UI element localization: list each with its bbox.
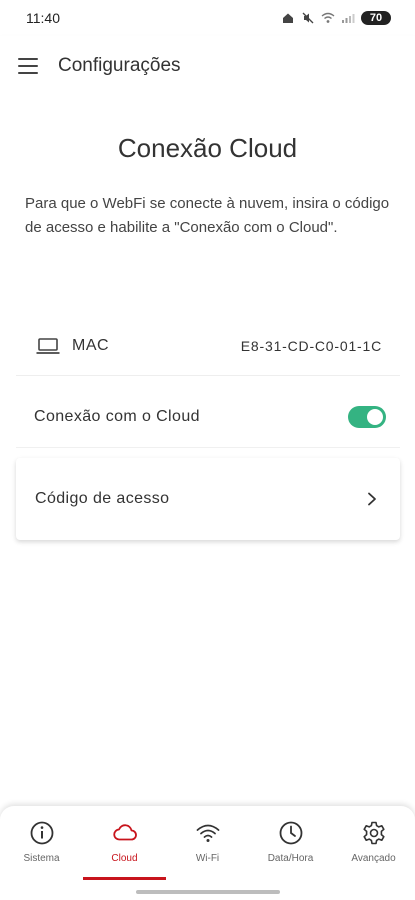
app-bar: Configurações bbox=[0, 36, 415, 96]
wifi-icon bbox=[321, 11, 335, 25]
mac-value: E8-31-CD-C0-01-1C bbox=[240, 337, 382, 354]
main-content: Conexão Cloud Para que o WebFi se conect… bbox=[0, 96, 415, 806]
toggle-knob bbox=[367, 408, 383, 425]
chevron-right-icon bbox=[368, 492, 376, 506]
access-code-label: Código de acesso bbox=[35, 490, 170, 507]
page-heading: Conexão Cloud bbox=[117, 133, 298, 163]
cloud-icon bbox=[112, 824, 137, 841]
wifi-icon bbox=[196, 824, 219, 842]
laptop-icon bbox=[36, 337, 60, 354]
cloud-connection-row: Conexão com o Cloud bbox=[16, 386, 400, 448]
cloud-connection-label: Conexão com o Cloud bbox=[34, 407, 200, 425]
nav-label-data-hora: Data/Hora bbox=[267, 853, 314, 864]
nav-label-sistema: Sistema bbox=[23, 853, 60, 864]
nav-item-data-hora[interactable]: Data/Hora bbox=[249, 806, 332, 880]
mute-icon bbox=[301, 11, 315, 25]
nav-label-cloud: Cloud bbox=[111, 853, 138, 864]
mac-row: MAC E8-31-CD-C0-01-1C bbox=[16, 316, 400, 376]
nav-item-sistema[interactable]: Sistema bbox=[0, 806, 83, 880]
clock-icon bbox=[279, 821, 302, 845]
access-code-item[interactable]: Código de acesso bbox=[16, 458, 400, 540]
info-icon bbox=[30, 821, 53, 845]
signal-icon bbox=[341, 11, 355, 25]
nav-item-avancado[interactable]: Avançado bbox=[332, 806, 415, 880]
app-title: Configurações bbox=[58, 55, 181, 76]
home-indicator bbox=[136, 890, 280, 894]
home-icon bbox=[281, 11, 295, 25]
nav-label-avancado: Avançado bbox=[351, 853, 396, 864]
mac-label: MAC bbox=[72, 336, 110, 354]
status-time: 11:40 bbox=[26, 10, 60, 26]
nav-item-wifi[interactable]: Wi-Fi bbox=[166, 806, 249, 880]
battery-indicator: 70 bbox=[361, 11, 391, 25]
nav-item-cloud[interactable]: Cloud bbox=[83, 806, 166, 880]
cloud-connection-toggle[interactable] bbox=[348, 405, 386, 428]
menu-icon[interactable] bbox=[18, 58, 38, 74]
status-bar: 11:40 70 bbox=[0, 0, 415, 36]
nav-label-wifi: Wi-Fi bbox=[195, 853, 220, 864]
bottom-navigation: Sistema Cloud Wi-Fi Data/Hora Avançado bbox=[0, 806, 415, 900]
page-description: Para que o WebFi se conecte à nuvem, ins… bbox=[25, 195, 390, 236]
status-icons: 70 bbox=[281, 11, 391, 25]
gear-icon bbox=[362, 821, 385, 845]
